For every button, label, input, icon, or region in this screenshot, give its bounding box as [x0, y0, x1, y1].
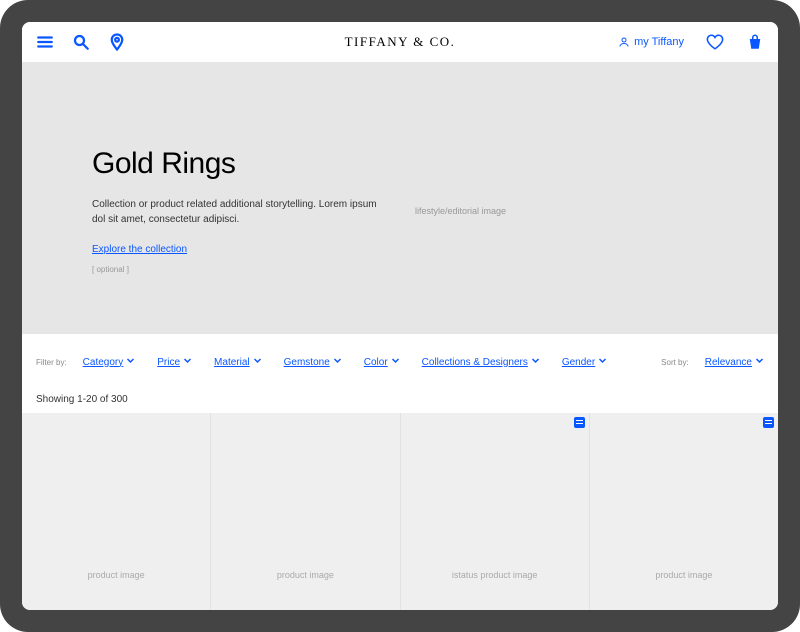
product-image-placeholder: product image [88, 570, 145, 580]
product-card[interactable]: product image [22, 413, 211, 610]
brand-logo[interactable]: TIFFANY & CO. [345, 34, 456, 49]
location-pin-icon[interactable] [108, 33, 126, 51]
hero-description: Collection or product related additional… [92, 197, 385, 227]
chevron-down-icon [333, 356, 342, 368]
filter-material[interactable]: Material [214, 356, 262, 368]
chevron-down-icon [755, 356, 764, 368]
chevron-down-icon [183, 356, 192, 368]
hero-image-placeholder: lifestyle/editorial image [405, 147, 708, 274]
filter-label-text: Price [157, 357, 180, 368]
product-image-placeholder: product image [655, 570, 712, 580]
product-grid: product image product image istatus prod… [22, 413, 778, 610]
filter-category[interactable]: Category [83, 356, 136, 368]
header: TIFFANY & CO. my Tiffany [22, 22, 778, 62]
my-account-link[interactable]: my Tiffany [618, 36, 684, 48]
chevron-down-icon [126, 356, 135, 368]
hero-banner: Gold Rings Collection or product related… [22, 62, 778, 334]
filter-label-text: Collections & Designers [422, 357, 528, 368]
hero-optional-note: [ optional ] [92, 265, 385, 274]
filter-label-text: Gemstone [284, 357, 330, 368]
hero-copy: Gold Rings Collection or product related… [92, 147, 385, 274]
explore-collection-link[interactable]: Explore the collection [92, 244, 187, 255]
product-card[interactable]: product image [590, 413, 778, 610]
filter-collections-designers[interactable]: Collections & Designers [422, 356, 540, 368]
product-card[interactable]: istatus product image [401, 413, 590, 610]
status-badge-icon [574, 417, 585, 428]
hamburger-menu-icon[interactable] [36, 33, 54, 51]
filter-label-text: Gender [562, 357, 595, 368]
chevron-down-icon [253, 356, 262, 368]
shopping-bag-icon[interactable] [746, 33, 764, 51]
filter-label-text: Color [364, 357, 388, 368]
search-icon[interactable] [72, 33, 90, 51]
user-icon [618, 36, 630, 48]
filter-bar: Filter by: Category Price Material Gemst… [22, 334, 778, 388]
app-screen: TIFFANY & CO. my Tiffany [22, 22, 778, 610]
chevron-down-icon [531, 356, 540, 368]
my-account-label: my Tiffany [634, 36, 684, 48]
status-badge-icon [763, 417, 774, 428]
tablet-frame: TIFFANY & CO. my Tiffany [0, 0, 800, 632]
sort-value: Relevance [705, 357, 752, 368]
chevron-down-icon [598, 356, 607, 368]
wishlist-heart-icon[interactable] [706, 33, 724, 51]
product-image-placeholder: istatus product image [452, 570, 538, 580]
filter-label-text: Category [83, 357, 124, 368]
product-image-placeholder: product image [277, 570, 334, 580]
sort-dropdown[interactable]: Relevance [705, 356, 764, 368]
filter-color[interactable]: Color [364, 356, 400, 368]
page-title: Gold Rings [92, 147, 385, 181]
filter-by-label: Filter by: [36, 358, 67, 367]
filter-group: Category Price Material Gemstone Color [83, 356, 608, 368]
filter-gender[interactable]: Gender [562, 356, 607, 368]
chevron-down-icon [391, 356, 400, 368]
sort-by-label: Sort by: [661, 358, 689, 367]
filter-gemstone[interactable]: Gemstone [284, 356, 342, 368]
product-card[interactable]: product image [211, 413, 400, 610]
results-count: Showing 1-20 of 300 [22, 388, 778, 413]
filter-price[interactable]: Price [157, 356, 192, 368]
filter-label-text: Material [214, 357, 250, 368]
